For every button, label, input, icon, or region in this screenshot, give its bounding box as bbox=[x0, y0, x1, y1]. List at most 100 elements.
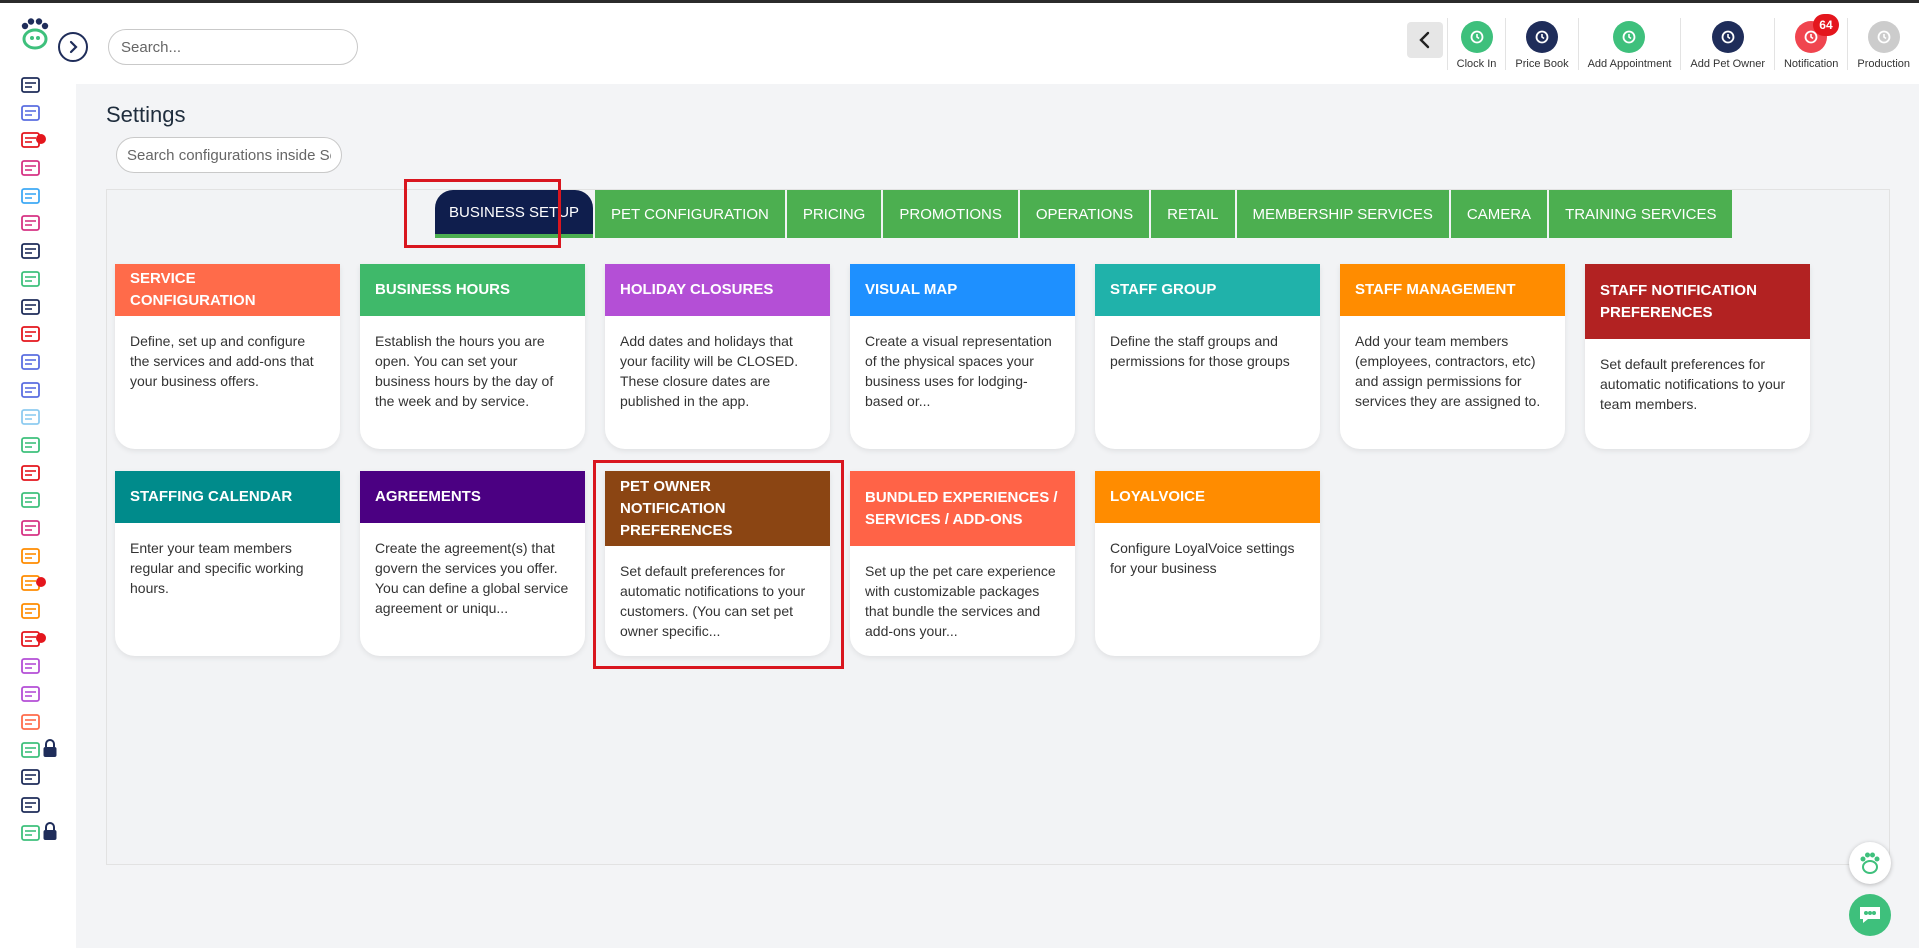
paw-icon bbox=[1860, 852, 1880, 874]
list-icon[interactable] bbox=[20, 239, 48, 263]
tab-operations[interactable]: OPERATIONS bbox=[1019, 190, 1150, 238]
tab-membership-services[interactable]: MEMBERSHIP SERVICES bbox=[1236, 190, 1449, 238]
toolbar-price-book-button[interactable]: Price Book bbox=[1505, 18, 1577, 70]
main-content: Settings BUSINESS SETUPPET CONFIGURATION… bbox=[76, 84, 1919, 948]
settings-card-agreements[interactable]: AGREEMENTS Create the agreement(s) that g… bbox=[360, 471, 585, 656]
settings-card-service-configuration[interactable]: SERVICE CONFIGURATION Define, set up and … bbox=[115, 264, 340, 449]
highlight-box-card bbox=[593, 460, 844, 669]
store-icon[interactable] bbox=[20, 211, 48, 235]
toolbar-label: Add Pet Owner bbox=[1690, 58, 1765, 70]
toolbar-add-appointment-button[interactable]: Add Appointment bbox=[1577, 18, 1681, 70]
clock-search-icon[interactable] bbox=[20, 765, 48, 789]
calendar-alert-icon[interactable] bbox=[20, 128, 48, 152]
pet-location-icon[interactable] bbox=[20, 516, 48, 540]
calendar-icon[interactable] bbox=[20, 350, 48, 374]
card-title: VISUAL MAP bbox=[850, 264, 1075, 316]
card-description: Establish the hours you are open. You ca… bbox=[375, 333, 554, 409]
alert-dot bbox=[36, 134, 46, 145]
grooming-cart-icon[interactable] bbox=[20, 488, 48, 512]
tab-promotions[interactable]: PROMOTIONS bbox=[883, 190, 1018, 238]
toolbar-label: Add Appointment bbox=[1587, 58, 1672, 70]
card-description: Create the agreement(s) that govern the … bbox=[375, 540, 569, 616]
card-title: SERVICE CONFIGURATION bbox=[115, 264, 340, 316]
timer-icon[interactable] bbox=[20, 433, 48, 457]
avatar-icon bbox=[1867, 21, 1900, 53]
dog-walk-icon[interactable] bbox=[20, 156, 48, 180]
card-description: Enter your team members regular and spec… bbox=[130, 540, 304, 596]
today-edit-icon[interactable] bbox=[20, 295, 48, 319]
toolbar-clock-in-button[interactable]: Clock In bbox=[1446, 18, 1506, 70]
toolbar-label: Clock In bbox=[1456, 58, 1497, 70]
settings-card-staff-management[interactable]: STAFF MANAGEMENT Add your team members (e… bbox=[1340, 264, 1565, 449]
lock-icon bbox=[42, 821, 58, 846]
tools-lock-icon[interactable] bbox=[20, 821, 57, 845]
chevron-right-icon bbox=[69, 40, 78, 54]
calendar-grid-icon[interactable] bbox=[20, 378, 48, 402]
tab-camera[interactable]: CAMERA bbox=[1450, 190, 1548, 238]
report-icon[interactable] bbox=[20, 461, 48, 485]
card-title: STAFF NOTIFICATION PREFERENCES bbox=[1585, 264, 1810, 339]
thumbs-up-icon[interactable] bbox=[20, 682, 48, 706]
card-description: Define the staff groups and permissions … bbox=[1110, 333, 1290, 369]
chevron-left-icon bbox=[1418, 31, 1429, 49]
settings-card-visual-map[interactable]: VISUAL MAP Create a visual representation… bbox=[850, 264, 1075, 449]
price-book-icon bbox=[1525, 21, 1558, 53]
collapse-toolbar-button[interactable] bbox=[1406, 22, 1443, 58]
toolbar-production-button[interactable]: Production bbox=[1847, 18, 1919, 70]
notification-count-badge: 64 bbox=[1812, 14, 1839, 36]
image-icon[interactable] bbox=[20, 654, 48, 678]
paw-logo-icon[interactable] bbox=[18, 17, 52, 51]
window-top-border bbox=[0, 0, 1919, 3]
settings-card-bundled-experiences-services-add-ons[interactable]: BUNDLED EXPERIENCES / SERVICES / ADD-ONS… bbox=[850, 471, 1075, 656]
settings-card-holiday-closures[interactable]: HOLIDAY CLOSURES Add dates and holidays t… bbox=[605, 264, 830, 449]
clock-icon bbox=[1460, 21, 1493, 53]
rocket-icon[interactable] bbox=[20, 710, 48, 734]
pet-search-icon[interactable] bbox=[20, 267, 48, 291]
settings-card-staffing-calendar[interactable]: STAFFING CALENDAR Enter your team members… bbox=[115, 471, 340, 656]
person-icon[interactable] bbox=[20, 599, 48, 623]
card-title: LOYALVOICE bbox=[1095, 471, 1320, 523]
card-description: Create a visual representation of the ph… bbox=[865, 333, 1052, 409]
toolbar-notification-button[interactable]: Notification 64 bbox=[1773, 14, 1847, 70]
settings-card-loyalvoice[interactable]: LOYALVOICE Configure LoyalVoice settings … bbox=[1095, 471, 1320, 656]
add-appointment-icon bbox=[1613, 21, 1646, 53]
config-search-input[interactable] bbox=[116, 137, 342, 173]
card-description: Add your team members (employees, contra… bbox=[1355, 333, 1541, 409]
highlight-box-tab bbox=[404, 179, 561, 248]
alert-dot bbox=[36, 577, 46, 588]
top-toolbar: Clock In Price Book Add Appointment Add Pet… bbox=[1406, 14, 1919, 70]
card-title: BUSINESS HOURS bbox=[360, 264, 585, 316]
expand-sidebar-button[interactable] bbox=[58, 32, 88, 62]
tab-pet-configuration[interactable]: PET CONFIGURATION bbox=[595, 190, 785, 238]
card-title: BUNDLED EXPERIENCES / SERVICES / ADD-ONS bbox=[850, 471, 1075, 546]
left-nav-rail bbox=[0, 3, 88, 948]
paws-icon[interactable] bbox=[20, 544, 48, 568]
settings-card-staff-notification-preferences[interactable]: STAFF NOTIFICATION PREFERENCES Set defaul… bbox=[1585, 264, 1810, 449]
dashboard-icon[interactable] bbox=[20, 101, 48, 125]
tab-retail[interactable]: RETAIL bbox=[1151, 190, 1235, 238]
page-title: Settings bbox=[106, 102, 186, 127]
tab-pricing[interactable]: PRICING bbox=[786, 190, 882, 238]
pet-assistant-button[interactable] bbox=[1849, 842, 1891, 884]
search-input[interactable] bbox=[108, 29, 358, 65]
today-icon[interactable] bbox=[20, 73, 48, 97]
team-icon[interactable] bbox=[20, 793, 48, 817]
card-description: Set up the pet care experience with cust… bbox=[865, 563, 1056, 639]
lock-icon bbox=[42, 738, 58, 763]
chat-support-button[interactable] bbox=[1849, 894, 1891, 936]
settings-card-business-hours[interactable]: BUSINESS HOURS Establish the hours you ar… bbox=[360, 264, 585, 449]
chat-icon[interactable] bbox=[20, 627, 48, 651]
card-description: Define, set up and configure the service… bbox=[130, 333, 314, 389]
calendar-edit-icon[interactable] bbox=[20, 322, 48, 346]
toolbar-label: Notification bbox=[1783, 58, 1839, 70]
settings-card-staff-group[interactable]: STAFF GROUP Define the staff groups and p… bbox=[1095, 264, 1320, 449]
chart-lock-icon[interactable] bbox=[20, 738, 57, 762]
card-title: HOLIDAY CLOSURES bbox=[605, 264, 830, 316]
tab-training-services[interactable]: TRAINING SERVICES bbox=[1549, 190, 1733, 238]
card-title: STAFF GROUP bbox=[1095, 264, 1320, 316]
toolbar-add-pet-owner-button[interactable]: Add Pet Owner bbox=[1680, 18, 1774, 70]
rail-icon-list bbox=[20, 73, 60, 848]
paw-icon[interactable] bbox=[20, 184, 48, 208]
target-icon[interactable] bbox=[20, 571, 48, 595]
layout-icon[interactable] bbox=[20, 405, 48, 429]
